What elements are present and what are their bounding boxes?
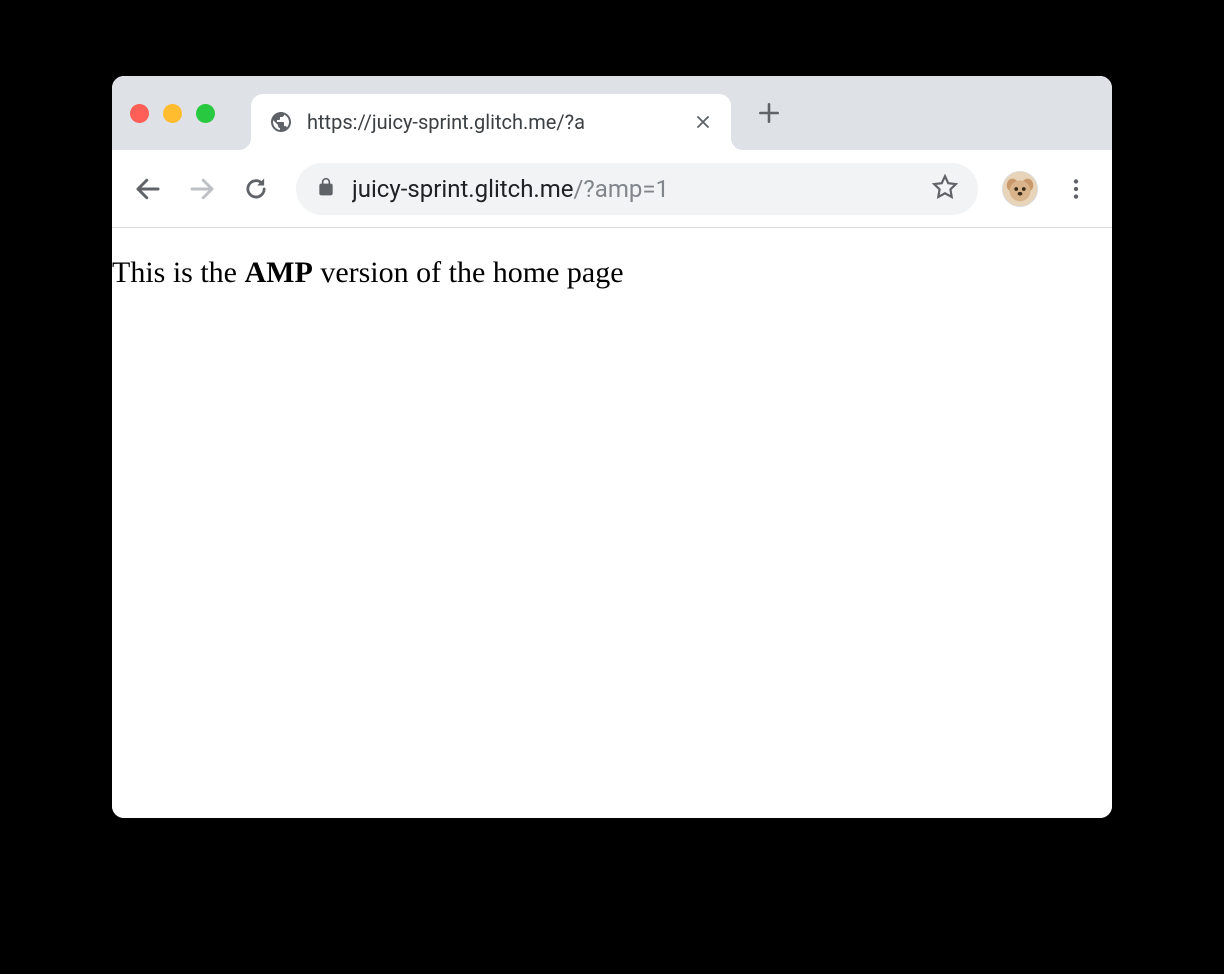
tab-bar: https://juicy-sprint.glitch.me/?a [112,76,1112,150]
profile-avatar[interactable] [1002,171,1038,207]
page-content: This is the AMP version of the home page [112,228,1112,818]
tab-title: https://juicy-sprint.glitch.me/?a [307,110,679,134]
address-bar[interactable]: juicy-sprint.glitch.me/?amp=1 [296,163,978,215]
bookmark-icon[interactable] [932,174,958,204]
url-domain: juicy-sprint.glitch.me [352,175,574,203]
window-minimize-button[interactable] [163,104,182,123]
url-query: /?amp=1 [574,175,669,203]
globe-icon [269,110,293,134]
reload-button[interactable] [234,167,278,211]
menu-button[interactable] [1054,167,1098,211]
lock-icon [316,177,336,201]
close-icon[interactable] [693,112,713,132]
back-button[interactable] [126,167,170,211]
window-controls [130,104,215,123]
window-maximize-button[interactable] [196,104,215,123]
browser-tab[interactable]: https://juicy-sprint.glitch.me/?a [251,94,731,150]
new-tab-button[interactable] [749,93,789,133]
window-close-button[interactable] [130,104,149,123]
body-text-suffix: version of the home page [313,256,624,289]
browser-window: https://juicy-sprint.glitch.me/?a [112,76,1112,818]
forward-button[interactable] [180,167,224,211]
body-text-prefix: This is the [112,256,245,289]
url-text: juicy-sprint.glitch.me/?amp=1 [352,175,916,203]
toolbar: juicy-sprint.glitch.me/?amp=1 [112,150,1112,228]
body-text-bold: AMP [245,256,313,289]
